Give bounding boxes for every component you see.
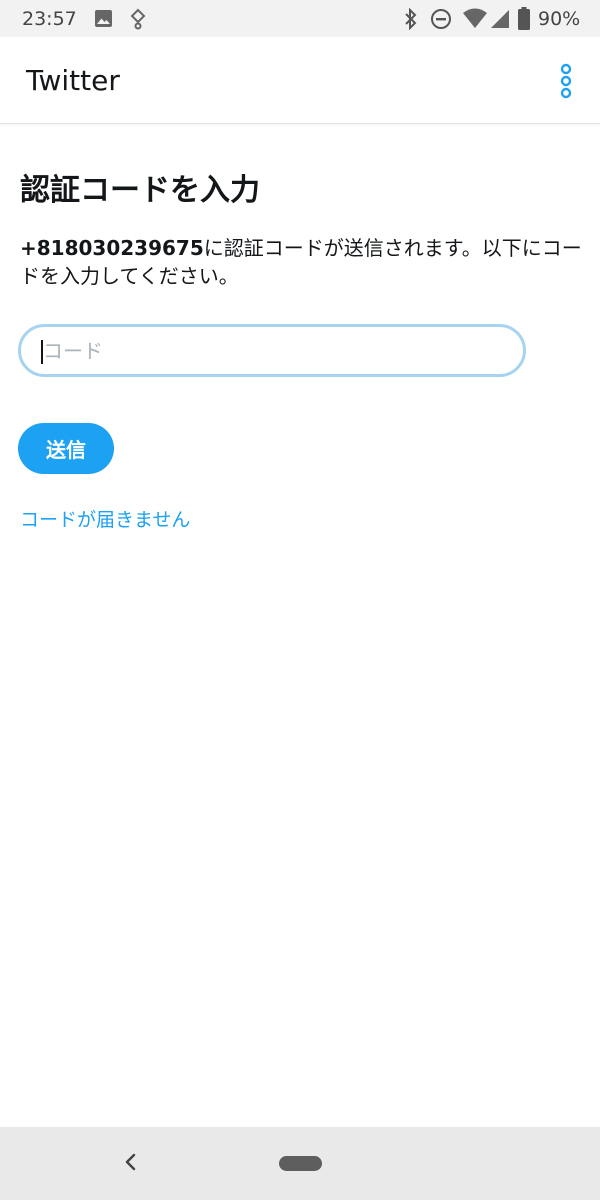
bluetooth-icon [405, 8, 417, 30]
code-input[interactable] [18, 324, 526, 377]
no-code-received-link[interactable]: コードが届きません [20, 505, 190, 532]
app-bar: Twitter [0, 37, 600, 124]
do-not-disturb-icon [431, 9, 451, 29]
signal-icon [491, 10, 509, 28]
back-icon[interactable] [120, 1151, 142, 1173]
image-icon [95, 10, 112, 27]
app-title: Twitter [26, 64, 120, 97]
send-button[interactable]: 送信 [18, 423, 114, 474]
battery-icon [518, 7, 530, 30]
battery-percentage: 90% [538, 8, 581, 30]
navigation-bar [0, 1127, 600, 1200]
phone-number: +818030239675 [20, 236, 204, 260]
overflow-menu-icon[interactable] [556, 63, 576, 99]
text-cursor [41, 340, 43, 364]
wifi-icon [463, 8, 487, 28]
page-title: 認証コードを入力 [20, 173, 260, 208]
assistant-icon [130, 8, 146, 30]
description-text: +818030239675に認証コードが送信されます。以下にコードを入力してくだ… [20, 234, 582, 290]
status-bar: 23:57 90% [0, 0, 600, 37]
home-pill-icon[interactable] [279, 1156, 322, 1171]
status-time: 23:57 [22, 8, 77, 30]
